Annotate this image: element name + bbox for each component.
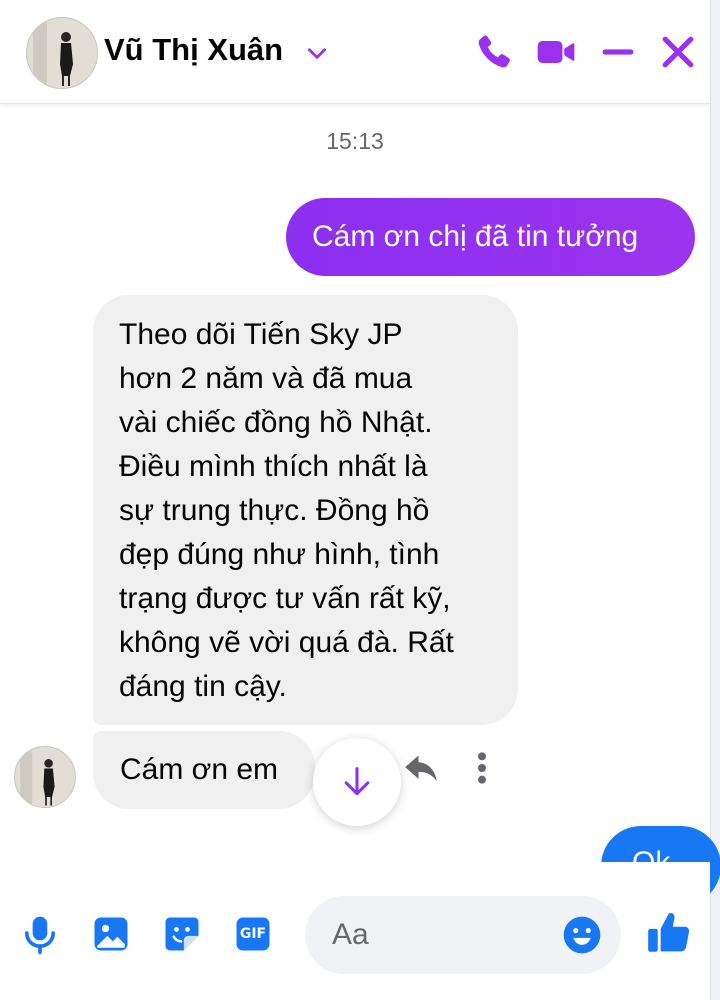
photo-icon[interactable] bbox=[89, 912, 133, 956]
gif-label: GIF bbox=[239, 926, 267, 942]
more-options-icon[interactable] bbox=[470, 748, 494, 788]
incoming-message[interactable]: Theo dõi Tiến Sky JP hơn 2 năm và đã mua… bbox=[93, 295, 518, 725]
minimize-icon[interactable] bbox=[596, 30, 640, 74]
scroll-to-bottom-button[interactable] bbox=[313, 738, 401, 826]
message-line: vài chiếc đồng hồ Nhật. bbox=[119, 406, 433, 439]
message-timestamp: 15:13 bbox=[326, 128, 384, 154]
chat-header: Vũ Thị Xuân bbox=[0, 0, 710, 104]
message-line: đáng tin cậy. bbox=[119, 670, 287, 703]
emoji-icon[interactable] bbox=[560, 913, 604, 957]
outgoing-message[interactable]: Cám ơn chị đã tin tưởng bbox=[286, 198, 695, 276]
contact-name[interactable]: Vũ Thị Xuân bbox=[104, 32, 283, 68]
microphone-icon[interactable] bbox=[18, 912, 62, 956]
message-line: không vẽ vời quá đà. Rất bbox=[119, 626, 454, 659]
message-line: Theo dõi Tiến Sky JP bbox=[119, 318, 403, 351]
message-line: sự trung thực. Đồng hồ bbox=[119, 494, 430, 527]
message-line: trạng được tư vấn rất kỹ, bbox=[119, 582, 451, 615]
incoming-message[interactable]: Cám ơn em bbox=[93, 731, 315, 809]
sender-avatar[interactable] bbox=[14, 746, 76, 808]
message-line: Điều mình thích nhất là bbox=[119, 450, 428, 483]
close-icon[interactable] bbox=[656, 30, 700, 74]
chevron-down-icon[interactable] bbox=[304, 40, 330, 66]
message-line: đẹp đúng như hình, tình bbox=[119, 538, 440, 571]
gif-button[interactable]: GIF bbox=[231, 912, 275, 956]
sticker-icon[interactable] bbox=[160, 912, 204, 956]
arrow-down-icon bbox=[344, 767, 370, 796]
contact-avatar[interactable] bbox=[26, 17, 98, 89]
video-call-icon[interactable] bbox=[534, 30, 578, 74]
message-line: hơn 2 năm và đã mua bbox=[119, 362, 413, 395]
like-icon[interactable] bbox=[644, 908, 694, 958]
reply-icon[interactable] bbox=[400, 748, 442, 788]
phone-icon[interactable] bbox=[472, 30, 516, 74]
